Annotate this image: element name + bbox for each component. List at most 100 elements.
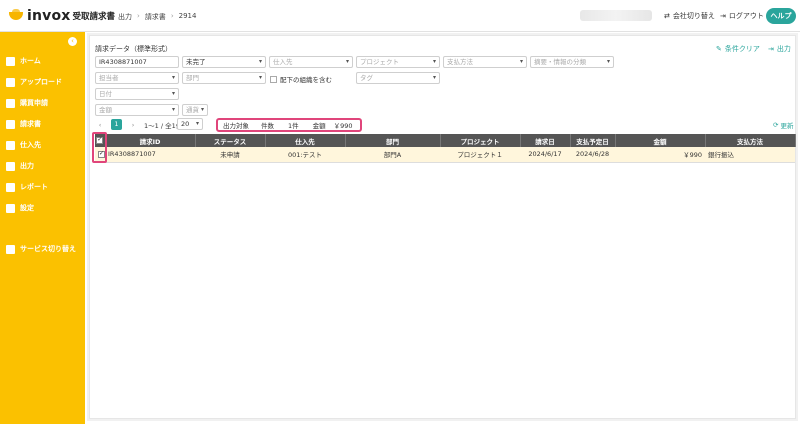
invoice-id-cell[interactable]: IR4308871007: [105, 147, 195, 163]
column-header[interactable]: 請求日: [520, 134, 571, 147]
purchase-icon: [6, 98, 15, 108]
chevron-down-icon: ▾: [258, 58, 262, 65]
sidebar: ‹ ホーム アップロード 購買申請 請求書 仕入先 出力 レポート 設定 サービ…: [0, 32, 85, 424]
export-label: 出力: [776, 45, 791, 53]
currency-select[interactable]: 通貨 ▾: [182, 104, 208, 116]
amount-placeholder: 金額: [99, 106, 112, 114]
summary-label: 出力対象: [223, 122, 249, 130]
home-icon: [6, 56, 15, 66]
switch-icon: [6, 244, 15, 254]
sidebar-item-settings[interactable]: 設定: [6, 203, 34, 213]
refresh-icon: ⟳: [773, 121, 779, 129]
amount-select[interactable]: 金額 ▾: [95, 104, 179, 116]
sidebar-item-label: 購買申請: [20, 99, 48, 107]
sidebar-item-service-switch[interactable]: サービス切り替え: [6, 244, 76, 254]
export-button[interactable]: ⇥ 出力: [768, 44, 791, 54]
gear-icon: [6, 203, 15, 213]
tag-placeholder: タグ: [360, 74, 373, 82]
sidebar-item-label: サービス切り替え: [20, 245, 76, 253]
content-card: 請求データ（標準形式） ✎ 条件クリア ⇥ 出力 IR4308871007 未完…: [89, 35, 796, 419]
app-name: invox: [27, 8, 71, 24]
supplier-icon: [6, 140, 15, 150]
table-row[interactable]: IR4308871007 未申請 001:テスト 部門A プロジェクト１ 202…: [95, 147, 795, 163]
upload-icon: [6, 77, 15, 87]
status-select[interactable]: 未完了 ▾: [182, 56, 266, 68]
switch-company-button[interactable]: ⇄ 会社切り替え: [664, 11, 715, 21]
column-header[interactable]: 部門: [345, 134, 441, 147]
switch-company-label: 会社切り替え: [672, 12, 715, 20]
date-placeholder: 日付: [99, 90, 112, 98]
sidebar-item-report[interactable]: レポート: [6, 182, 48, 192]
sidebar-item-label: アップロード: [20, 78, 62, 86]
column-header[interactable]: 金額: [615, 134, 706, 147]
chevron-down-icon: ▾: [432, 58, 436, 65]
export-icon: [6, 161, 15, 171]
help-button[interactable]: ヘルプ: [766, 8, 796, 24]
breadcrumb-item: 2914: [178, 12, 197, 20]
chevron-down-icon: ▾: [432, 74, 436, 81]
column-header[interactable]: 請求ID: [105, 134, 196, 147]
status-value: 未完了: [186, 58, 206, 66]
column-header[interactable]: 支払予定日: [570, 134, 616, 147]
account-select[interactable]: 摘要・情報の分類 ▾: [530, 56, 614, 68]
payment-method-select[interactable]: 支払方法 ▾: [443, 56, 527, 68]
logout-label: ログアウト: [728, 12, 764, 20]
supplier-select[interactable]: 仕入先 ▾: [269, 56, 353, 68]
column-header[interactable]: プロジェクト: [440, 134, 521, 147]
clear-conditions-label: 条件クリア: [724, 45, 760, 53]
currency-placeholder: 通貨: [186, 106, 199, 114]
payment-method-placeholder: 支払方法: [447, 58, 473, 66]
sidebar-item-label: レポート: [20, 183, 48, 191]
sidebar-item-label: 請求書: [20, 120, 41, 128]
export-summary: 出力対象 件数 1件 金額 ￥990: [216, 118, 362, 132]
column-header[interactable]: 支払方法: [705, 134, 796, 147]
department-placeholder: 部門: [186, 74, 199, 82]
app-logo[interactable]: invox 受取請求書: [8, 8, 115, 24]
sidebar-item-upload[interactable]: アップロード: [6, 77, 62, 87]
sidebar-item-label: 設定: [20, 204, 34, 212]
prev-page-icon[interactable]: ‹: [95, 121, 105, 129]
app-subtitle: 受取請求書: [72, 12, 116, 22]
sidebar-item-invoice[interactable]: 請求書: [6, 119, 41, 129]
column-header[interactable]: 仕入先: [265, 134, 346, 147]
per-page-select[interactable]: 20 ▾: [177, 118, 203, 130]
chevron-down-icon: ▾: [258, 74, 262, 81]
page-number-current[interactable]: 1: [111, 119, 122, 130]
amount-value: ￥990: [333, 122, 353, 130]
refresh-button[interactable]: ⟳ 更新: [773, 120, 793, 130]
invoice-id-field[interactable]: IR4308871007: [95, 56, 179, 68]
breadcrumb-item[interactable]: 出力: [118, 12, 132, 22]
export-icon: ⇥: [768, 45, 774, 53]
sidebar-item-home[interactable]: ホーム: [6, 56, 41, 66]
include-sub-org-checkbox[interactable]: 配下の組織を含む: [270, 74, 332, 84]
due-date-cell: 2024/6/28: [570, 147, 615, 163]
column-header[interactable]: ステータス: [195, 134, 266, 147]
collapse-sidebar-icon[interactable]: ‹: [68, 37, 77, 46]
chevron-right-icon: ›: [137, 12, 140, 20]
chevron-down-icon: ▾: [195, 120, 199, 127]
next-page-icon[interactable]: ›: [128, 121, 138, 129]
invoice-table: 請求ID ステータス 仕入先 部門 プロジェクト 請求日 支払予定日 金額 支払…: [95, 134, 796, 163]
pagination: ‹ 1 › 1〜1 / 全1件: [95, 119, 182, 130]
sidebar-item-purchase[interactable]: 購買申請: [6, 98, 48, 108]
per-page-value: 20: [181, 120, 190, 128]
payment-method-cell: 銀行振込: [705, 147, 795, 163]
chevron-down-icon: ▾: [200, 106, 204, 113]
assignee-select[interactable]: 担当者 ▾: [95, 72, 179, 84]
sidebar-item-supplier[interactable]: 仕入先: [6, 140, 41, 150]
include-sub-org-label: 配下の組織を含む: [280, 76, 332, 84]
breadcrumb: 出力 › 請求書 › 2914: [118, 12, 196, 22]
department-select[interactable]: 部門 ▾: [182, 72, 266, 84]
chevron-down-icon: ▾: [606, 58, 610, 65]
assignee-placeholder: 担当者: [99, 74, 119, 82]
clear-conditions-button[interactable]: ✎ 条件クリア: [716, 44, 760, 54]
sidebar-item-export[interactable]: 出力: [6, 161, 34, 171]
chevron-down-icon: ▾: [345, 58, 349, 65]
project-select[interactable]: プロジェクト ▾: [356, 56, 440, 68]
breadcrumb-item[interactable]: 請求書: [145, 12, 166, 22]
tag-select[interactable]: タグ ▾: [356, 72, 440, 84]
chevron-down-icon: ▾: [171, 106, 175, 113]
account-placeholder: 摘要・情報の分類: [534, 58, 586, 66]
logout-button[interactable]: ⇥ ログアウト: [720, 11, 764, 21]
date-select[interactable]: 日付 ▾: [95, 88, 179, 100]
